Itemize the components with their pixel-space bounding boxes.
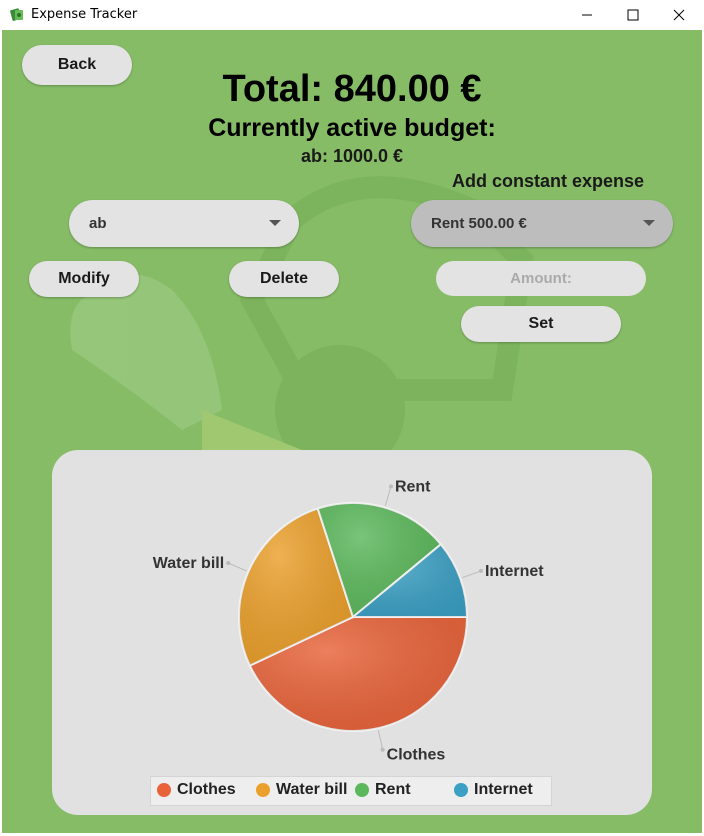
constant-expense-select-value: Rent 500.00 €	[431, 215, 527, 232]
chevron-down-icon	[643, 220, 655, 226]
legend-item-internet: Internet	[454, 781, 533, 799]
legend-dot-icon	[454, 783, 468, 797]
expense-chart-card: Clothes Water bill Rent Internet Clothes Wa…	[52, 450, 652, 815]
legend-item-rent: Rent	[355, 781, 411, 799]
minimize-icon	[582, 14, 592, 16]
expense-pie-chart: Clothes Water bill Rent Internet	[153, 478, 545, 764]
budget-select[interactable]: ab	[69, 200, 299, 247]
chevron-down-icon	[269, 220, 281, 226]
pie-label-leader	[377, 730, 384, 750]
legend-label: Water bill	[276, 781, 348, 798]
pie-label: Internet	[485, 563, 544, 580]
pie-label-leader	[384, 486, 392, 506]
pie-label: Rent	[395, 478, 431, 495]
legend-dot-icon	[355, 783, 369, 797]
legend-dot-icon	[157, 783, 171, 797]
active-budget-value: ab: 1000.0 €	[300, 146, 404, 166]
legend-item-clothes: Clothes	[157, 781, 236, 799]
total-amount: Total: 840.00 €	[222, 68, 482, 110]
title-bar: Expense Tracker	[0, 0, 704, 30]
amount-input[interactable]	[436, 261, 646, 296]
main-panel: Back Total: 840.00 € Currently active bu…	[2, 30, 702, 833]
set-button[interactable]: Set	[461, 306, 621, 342]
pie-label-dot	[226, 560, 231, 565]
pie-label: Water bill	[153, 555, 224, 572]
pie-label: Clothes	[387, 747, 446, 764]
maximize-icon	[627, 9, 639, 21]
legend-label: Rent	[375, 781, 411, 798]
close-icon	[673, 9, 685, 21]
add-constant-expense-label: Add constant expense	[452, 171, 645, 191]
pie-label-dot	[380, 747, 385, 752]
legend-label: Internet	[474, 781, 533, 798]
legend-label: Clothes	[177, 781, 236, 798]
legend-dot-icon	[256, 783, 270, 797]
maximize-button[interactable]	[610, 0, 656, 30]
minimize-button[interactable]	[564, 0, 610, 30]
constant-expense-select[interactable]: Rent 500.00 €	[411, 200, 673, 247]
budget-select-value: ab	[89, 215, 107, 232]
legend-item-water-bill: Water bill	[256, 781, 347, 799]
pie-label-leader	[461, 570, 482, 579]
window-title: Expense Tracker	[31, 7, 138, 22]
modify-button[interactable]: Modify	[29, 261, 139, 297]
delete-button[interactable]: Delete	[229, 261, 339, 297]
pie-label-dot	[388, 484, 393, 489]
pie-label-leader	[227, 562, 247, 572]
app-money-icon	[9, 6, 25, 22]
active-budget-heading: Currently active budget:	[208, 114, 496, 142]
chart-legend: Clothes Water bill Rent Internet	[150, 776, 552, 806]
close-button[interactable]	[656, 0, 702, 30]
pie-label-dot	[478, 568, 483, 573]
